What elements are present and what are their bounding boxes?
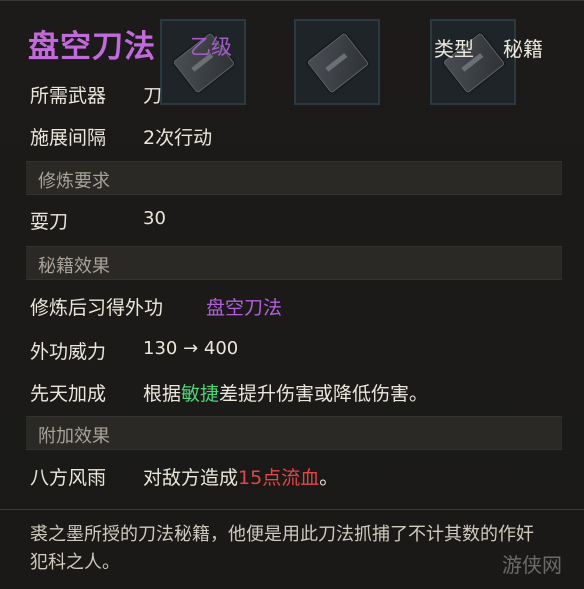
section-title: 修炼要求 [38, 171, 110, 192]
train-req-value: 30 [143, 208, 166, 229]
item-title: 盘空刀法 [28, 29, 156, 65]
interval-label: 施展间隔 [30, 127, 107, 149]
train-req-label: 耍刀 [30, 211, 69, 233]
interval-value: 2次行动 [143, 127, 213, 149]
innate-text-post: 差提升伤害或降低伤害。 [219, 383, 429, 405]
extra-text-post: 。 [319, 467, 339, 489]
section-extra-effects: 附加效果 [26, 416, 562, 450]
section-effects: 秘籍效果 [26, 246, 562, 280]
section-title: 附加效果 [38, 426, 110, 447]
book-icon [306, 32, 370, 94]
power-value: 130 → 400 [143, 338, 239, 359]
section-title: 秘籍效果 [38, 256, 110, 277]
section-train-requirements: 修炼要求 [26, 161, 562, 195]
extra-effect-value: 对敌方造成15点流血。 [143, 463, 338, 490]
inventory-slot[interactable] [430, 19, 516, 105]
extra-effect-label: 八方风雨 [30, 467, 107, 489]
innate-highlight: 敏捷 [181, 383, 220, 405]
item-grade: 乙级 [190, 35, 232, 59]
innate-value: 根据敏捷差提升伤害或降低伤害。 [143, 379, 428, 406]
innate-label: 先天加成 [30, 383, 107, 405]
bleed-highlight: 15点流血 [238, 467, 320, 489]
learned-skill-name: 盘空刀法 [206, 297, 283, 319]
item-description: 裘之墨所授的刀法秘籍，他便是用此刀法抓捕了不计其数的作奸犯科之人。 [30, 524, 534, 573]
weapon-value: 刀 [143, 85, 163, 107]
watermark: 游侠网 [502, 553, 562, 577]
type-label: 类型 [434, 37, 474, 61]
divider [0, 509, 584, 510]
innate-text-pre: 根据 [143, 383, 182, 405]
extra-text-pre: 对敌方造成 [143, 467, 239, 489]
item-tooltip-panel: 盘空刀法 乙级 类型 秘籍 所需武器 刀 施展间隔 2次行动 修炼要求 耍刀 3… [0, 0, 584, 589]
type-value: 秘籍 [503, 37, 543, 61]
inventory-slot[interactable] [294, 19, 380, 105]
weapon-label: 所需武器 [30, 85, 107, 107]
learn-label: 修炼后习得外功 [30, 297, 164, 319]
power-label: 外功威力 [30, 341, 107, 363]
